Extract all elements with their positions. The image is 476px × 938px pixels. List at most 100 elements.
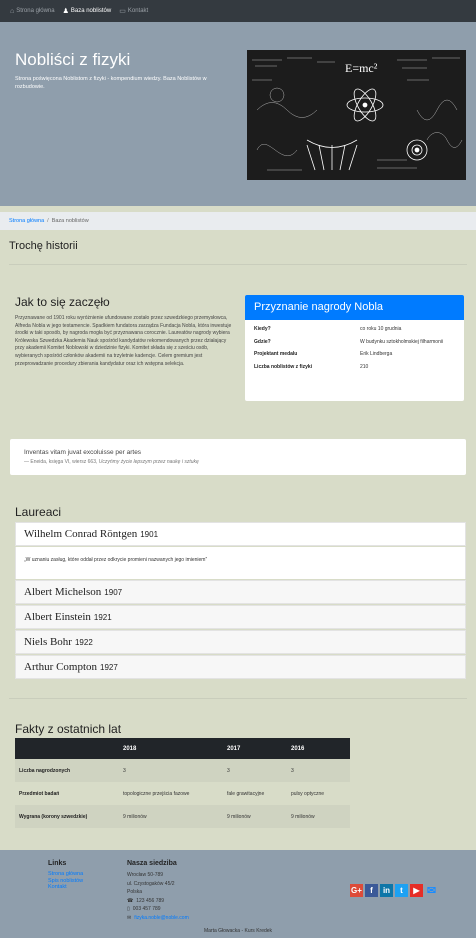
navbar: ⌂ Strona główna ♟ Baza noblistów ▭ Konta…	[0, 0, 476, 22]
prize-info-table: Kiedy? co roku 10 grudnia Gdzie? W budyn…	[245, 323, 464, 373]
laureate-name: Albert Einstein	[24, 611, 91, 623]
blockquote: Inventas vitam juvat excoluisse per arte…	[10, 439, 466, 475]
nav-item-label: Kontakt	[127, 8, 149, 14]
facts-table: 2018 2017 2016 Liczba nagrodzonych 3 3 3…	[15, 738, 350, 828]
breadcrumb-home-link[interactable]: Strona główna	[9, 218, 44, 224]
table-row-label: Liczba nagrodzonych	[15, 759, 119, 782]
laureate-item-rontgen[interactable]: Wilhelm Conrad Röntgen 1901	[15, 522, 466, 546]
table-header-cell	[15, 738, 119, 759]
phone-icon: ☎	[127, 897, 134, 904]
nav-item-contact[interactable]: ▭ Kontakt	[119, 8, 148, 15]
prize-key: Kiedy?	[254, 326, 271, 332]
nav-item-database[interactable]: ♟ Baza noblistów	[63, 8, 112, 15]
laureate-name: Albert Michelson	[24, 586, 102, 598]
prize-value: co roku 10 grudnia	[360, 326, 402, 332]
person-icon: ♟	[62, 7, 69, 15]
quote-source-ref: — Eneida, księga VI, wiersz 663,	[24, 459, 98, 465]
laureate-item-michelson[interactable]: Albert Michelson 1907	[15, 580, 466, 604]
prize-value: W budynku sztokholmskiej filharmonii	[360, 338, 444, 345]
envelope-icon: ✉	[127, 914, 132, 921]
prize-key: Liczba noblistów z fizyki	[254, 363, 313, 370]
table-header-row: 2018 2017 2016	[15, 738, 350, 759]
email-icon[interactable]: ✉	[425, 884, 438, 897]
laureate-year: 1922	[74, 637, 93, 647]
laureate-year: 1921	[93, 612, 112, 622]
phone-line: ▯ 003 457 789	[127, 905, 189, 914]
table-row: Liczba nagrodzonych 3 3 3	[15, 759, 350, 782]
page-title: Nobliści z fizyki	[15, 50, 131, 69]
twitter-icon[interactable]: t	[395, 884, 408, 897]
table-cell: 3	[287, 759, 350, 782]
laureates-accordion: Wilhelm Conrad Röntgen 1901 „W uznaniu z…	[15, 522, 466, 679]
laureate-year: 1927	[100, 662, 118, 672]
laureate-item-bohr[interactable]: Niels Bohr 1922	[15, 630, 466, 654]
table-header-cell: 2018	[119, 738, 223, 759]
prize-row: Kiedy? co roku 10 grudnia	[245, 323, 464, 336]
laureate-name: Wilhelm Conrad Röntgen	[24, 528, 138, 540]
prize-value: 210	[360, 363, 369, 370]
table-row-label: Przedmiot badań	[19, 790, 60, 797]
footer: Links Strona główna Spis noblistów Konta…	[0, 850, 476, 938]
footer-address: Nasza siedziba Wrocław 50-789 ul. Czysto…	[127, 860, 189, 922]
laureate-item-compton[interactable]: Arthur Compton 1927	[15, 655, 466, 679]
table-row-label: Wygrana (korony szwedzkie)	[15, 805, 119, 828]
table-header-cell: 2016	[287, 738, 350, 759]
google-plus-icon[interactable]: G+	[350, 884, 363, 897]
footer-address-title: Nasza siedziba	[127, 860, 177, 867]
prize-card-title: Przyznanie nagrody Nobla	[245, 295, 464, 320]
hero-subtitle: Strona poświęcona Noblistom z fizyki - k…	[15, 76, 207, 90]
quote-text: Inventas vitam juvat excoluisse per arte…	[24, 449, 142, 456]
footer-links-title: Links	[48, 860, 67, 867]
table-cell: 9 milionów	[287, 805, 350, 828]
laureate-item-einstein[interactable]: Albert Einstein 1921	[15, 605, 466, 629]
hero: Nobliści z fizyki Strona poświęcona Nobl…	[0, 22, 476, 206]
table-cell: 9 milionów	[223, 805, 287, 828]
prize-row: Liczba noblistów z fizyki 210	[245, 361, 464, 374]
breadcrumb: Strona główna / Baza noblistów	[0, 212, 476, 230]
email-link[interactable]: fizyka.noble@noble.com	[134, 914, 189, 923]
breadcrumb-separator: /	[47, 218, 49, 224]
laureate-name: Arthur Compton	[24, 661, 98, 673]
physics-blackboard-illustration: E=mc²	[247, 50, 466, 180]
quote-translation: Uczyńmy życie lepszym przez naukę i sztu…	[98, 459, 199, 465]
address-line: Wrocław 50-789	[127, 872, 164, 878]
youtube-icon[interactable]: ▶	[410, 884, 423, 897]
prize-row: Projektant medalu Erik Lindberga	[245, 348, 464, 361]
prize-row: Gdzie? W budynku sztokholmskiej filharmo…	[245, 336, 464, 349]
facts-title: Fakty z ostatnich lat	[15, 722, 122, 736]
laureate-citation: „W uznaniu zasług, które oddał przez odk…	[15, 547, 466, 579]
phone-number: 003 457 789	[132, 906, 161, 912]
footer-link-contact[interactable]: Kontakt	[48, 884, 83, 891]
table-row: Przedmiot badań topologiczne przejścia f…	[15, 782, 350, 805]
quote-source: — Eneida, księga VI, wiersz 663, Uczyńmy…	[24, 459, 452, 465]
footer-link-home[interactable]: Strona główna	[48, 871, 83, 878]
table-cell: 3	[223, 759, 287, 782]
history-title: Jak to się zaczęło	[15, 295, 110, 309]
address-line: Polska	[127, 889, 143, 895]
prize-value: Erik Lindberga	[360, 351, 393, 357]
laureate-name: Niels Bohr	[24, 636, 72, 648]
svg-text:E=mc²: E=mc²	[345, 61, 378, 75]
history-text: Przyznawane od 1901 roku wyróżnienie ufu…	[15, 315, 232, 367]
nav-item-home[interactable]: ⌂ Strona główna	[10, 8, 55, 15]
facts-section: Fakty z ostatnich lat 2018 2017 2016 Lic…	[0, 699, 476, 828]
table-header-cell: 2017	[223, 738, 287, 759]
hero-physics-image: E=mc²	[247, 50, 466, 180]
phone-line: ☎ 123 456 789	[127, 897, 189, 906]
prize-info-card: Przyznanie nagrody Nobla Kiedy? co roku …	[245, 295, 464, 401]
laureates-section: Laureaci Wilhelm Conrad Röntgen 1901 „W …	[0, 475, 476, 679]
linkedin-icon[interactable]: in	[380, 884, 393, 897]
facebook-icon[interactable]: f	[365, 884, 378, 897]
address-line: ul. Czystogaków 45/2	[127, 880, 175, 887]
email-line: ✉ fizyka.noble@noble.com	[127, 914, 189, 923]
history-section: Jak to się zaczęło Przyznawane od 1901 r…	[0, 265, 476, 439]
prize-key: Projektant medalu	[254, 351, 298, 357]
table-cell: pulsy optyczne	[291, 790, 325, 797]
phone-number: 123 456 789	[136, 897, 165, 904]
nav-item-label: Baza noblistów	[70, 8, 112, 14]
table-cell: 9 milionów	[119, 805, 223, 828]
breadcrumb-current: Baza noblistów	[51, 218, 89, 224]
mobile-icon: ▯	[127, 906, 130, 912]
section-heading-history: Trochę historii	[9, 240, 78, 252]
table-cell: 3	[119, 759, 223, 782]
